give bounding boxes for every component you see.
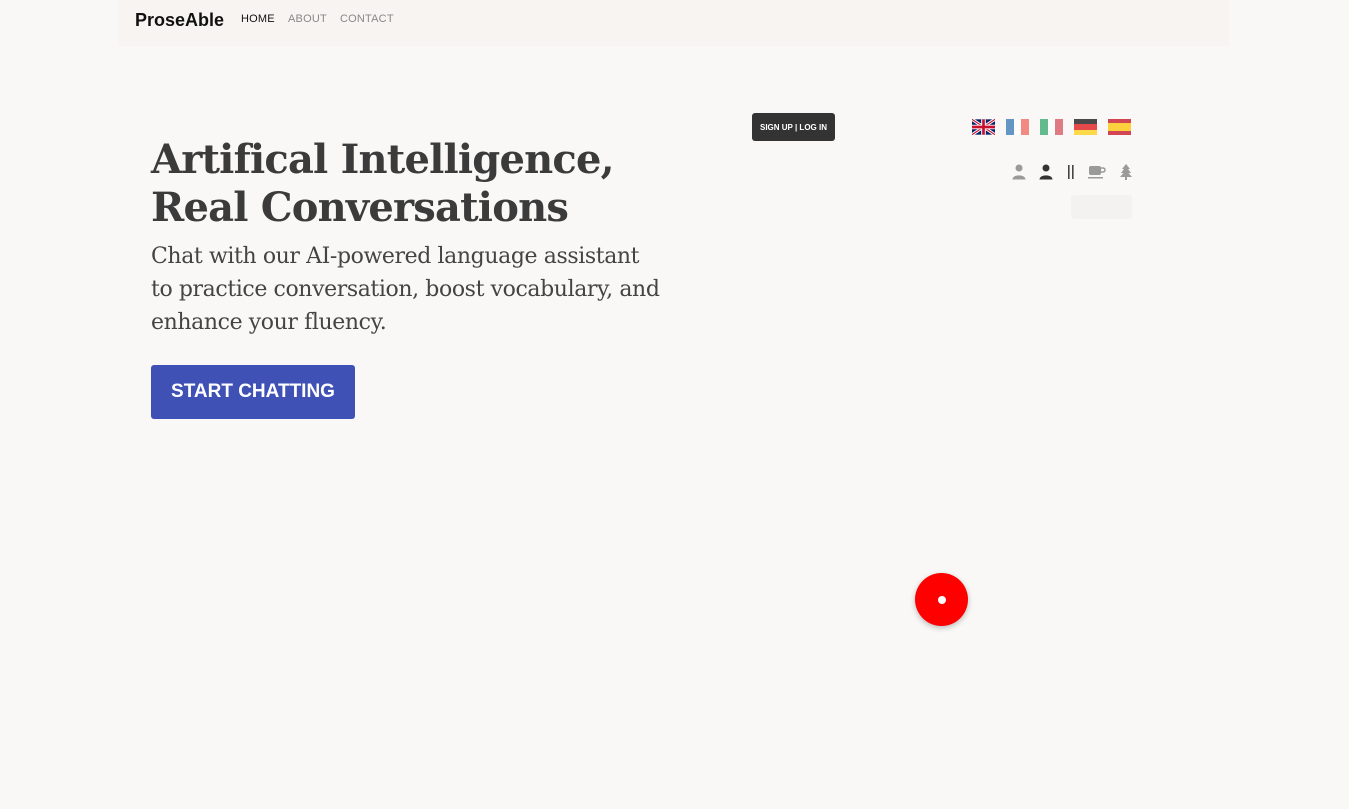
hero-title: Artifical Intelligence, Real Conversatio… <box>151 136 615 232</box>
coffee-icon[interactable] <box>1088 163 1106 181</box>
hero-subtitle: Chat with our AI-powered language assist… <box>151 244 660 335</box>
flag-english-icon[interactable] <box>971 118 996 136</box>
signup-login-button[interactable]: SIGN UP | LOG IN <box>752 113 835 141</box>
hero-title-line1: Artifical Intelligence, <box>151 136 615 183</box>
tree-icon[interactable] <box>1117 163 1135 181</box>
nav-home[interactable]: HOME <box>241 13 275 25</box>
flag-german-icon[interactable] <box>1074 119 1097 135</box>
start-chatting-button[interactable]: START CHATTING <box>151 365 355 419</box>
person-icon[interactable] <box>1010 163 1028 181</box>
brand-logo[interactable]: ProseAble <box>135 10 224 31</box>
person-active-icon[interactable] <box>1037 163 1055 181</box>
navbar: ProseAble HOME ABOUT CONTACT <box>118 0 1229 46</box>
flag-french-icon[interactable] <box>1006 119 1030 135</box>
record-button[interactable] <box>915 573 968 626</box>
pause-icon[interactable] <box>1062 163 1080 181</box>
hidden-action-button[interactable] <box>1071 195 1132 219</box>
nav-contact[interactable]: CONTACT <box>340 13 394 25</box>
record-dot-icon <box>937 595 946 604</box>
hero-title-line2: Real Conversations <box>151 184 569 231</box>
flag-spanish-icon[interactable] <box>1108 119 1131 135</box>
nav-about[interactable]: ABOUT <box>288 13 327 25</box>
flag-italian-icon[interactable] <box>1040 119 1064 135</box>
